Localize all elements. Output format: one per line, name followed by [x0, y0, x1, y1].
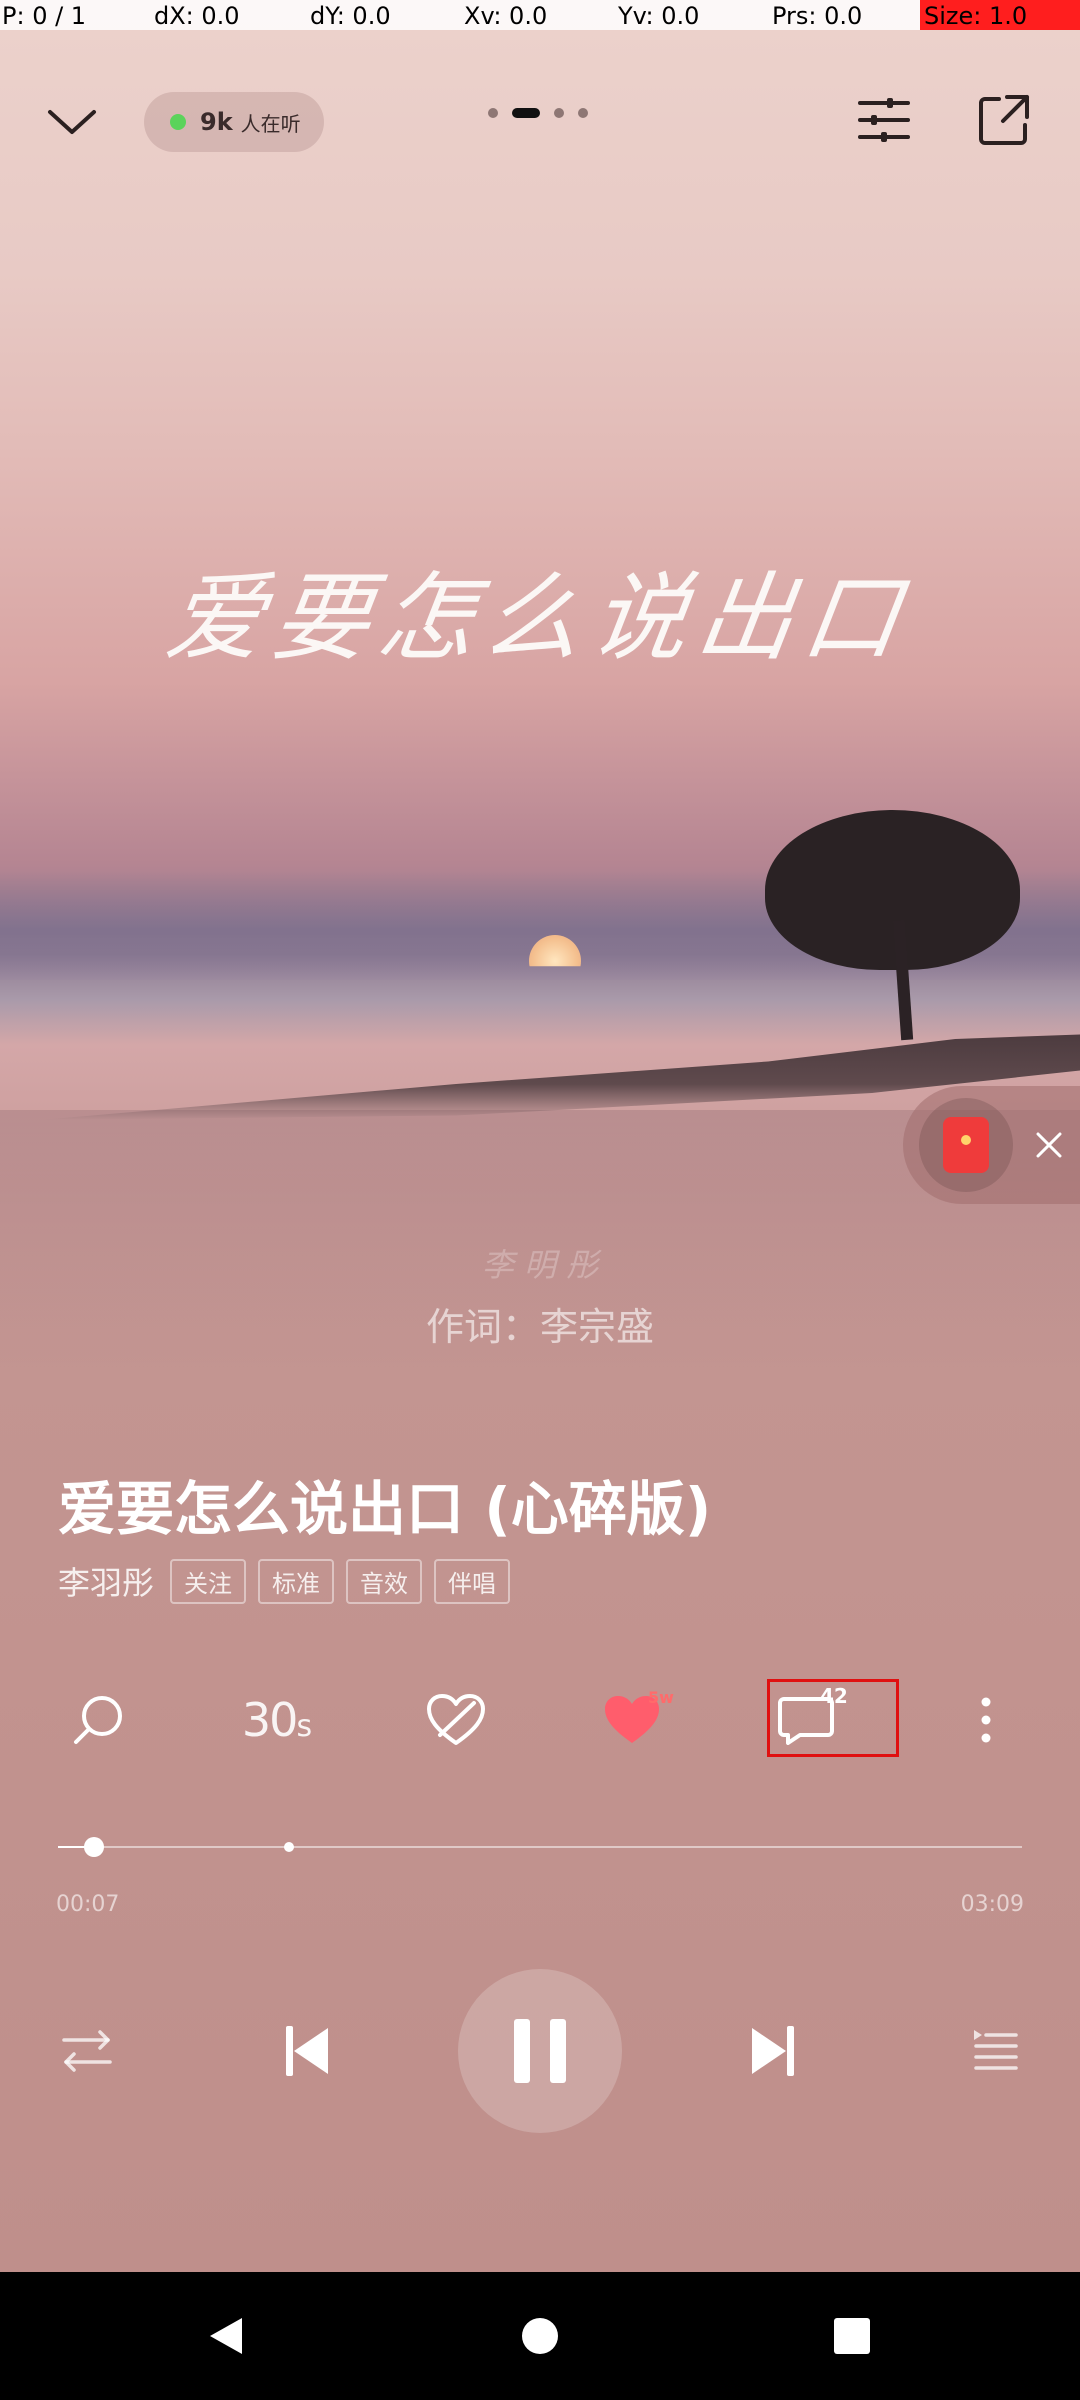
dislike-button[interactable] — [406, 1680, 506, 1760]
clip-label: 30 — [241, 1693, 299, 1747]
comment-count-badge: 42 — [820, 1684, 848, 1708]
debug-prs: Prs: 0.0 — [772, 2, 863, 30]
quality-tag[interactable]: 标准 — [258, 1558, 335, 1604]
more-vertical-icon — [981, 1697, 991, 1743]
back-triangle-icon — [210, 2318, 242, 2354]
sliders-icon — [858, 98, 910, 142]
collapse-button[interactable] — [40, 90, 104, 154]
red-packet-button[interactable] — [919, 1098, 1013, 1192]
broken-heart-icon — [427, 1694, 485, 1745]
total-time: 03:09 — [960, 1892, 1024, 1917]
clip-30s-icon: 30s — [241, 1693, 312, 1747]
repeat-icon — [62, 2030, 112, 2072]
close-icon — [1036, 1132, 1062, 1158]
live-dot — [170, 114, 186, 130]
song-title: 爱要怎么说出口 (心碎版) — [58, 1475, 712, 1543]
follow-tag[interactable]: 关注 — [170, 1558, 247, 1604]
debug-size: Size: 1.0 — [924, 2, 1028, 30]
listeners-count: 9k — [200, 108, 233, 136]
clip-unit: s — [296, 1709, 312, 1744]
like-button[interactable]: 5w — [582, 1680, 682, 1760]
progress-track[interactable] — [58, 1846, 1022, 1848]
page-dot — [578, 108, 588, 118]
page-dot — [488, 108, 498, 118]
system-nav-bar — [0, 2272, 1080, 2400]
page-dot-active — [512, 108, 540, 118]
search-button[interactable] — [48, 1680, 148, 1760]
red-packet-widget — [903, 1086, 1080, 1204]
previous-lyric-line: 李 明 彤 — [481, 1246, 599, 1284]
page-indicator — [488, 108, 588, 118]
pointer-debug-bar: P: 0 / 1 dX: 0.0 dY: 0.0 Xv: 0.0 Yv: 0.0… — [0, 0, 1080, 30]
debug-xv: Xv: 0.0 — [464, 2, 548, 30]
previous-track-button[interactable] — [272, 2016, 342, 2086]
playlist-button[interactable] — [960, 2016, 1030, 2086]
page-dot — [554, 108, 564, 118]
recents-square-icon — [834, 2318, 870, 2354]
sound-effect-tag[interactable]: 音效 — [346, 1558, 423, 1604]
accompany-tag[interactable]: 伴唱 — [434, 1558, 511, 1604]
debug-yv: Yv: 0.0 — [618, 2, 700, 30]
skip-next-icon — [752, 2026, 794, 2076]
nav-home-button[interactable] — [480, 2272, 600, 2400]
artist-row: 李羽彤 关注 标准 音效 伴唱 — [58, 1558, 511, 1604]
next-track-button[interactable] — [738, 2016, 808, 2086]
equalizer-button[interactable] — [852, 88, 916, 152]
like-count-badge: 5w — [648, 1688, 674, 1707]
progress-thumb[interactable] — [83, 1837, 104, 1857]
skip-prev-icon — [286, 2026, 328, 2076]
home-circle-icon — [522, 2318, 558, 2354]
search-icon — [74, 1696, 122, 1744]
red-packet-icon — [943, 1117, 989, 1173]
elapsed-time: 00:07 — [56, 1892, 120, 1917]
red-packet-close-button[interactable] — [1034, 1130, 1064, 1160]
debug-dy: dY: 0.0 — [310, 2, 391, 30]
cover-art-title: 爱要怎么说出口 — [159, 562, 918, 674]
listeners-pill[interactable]: 9k 人在听 — [144, 92, 324, 152]
playlist-icon — [974, 2030, 1018, 2070]
nav-back-button[interactable] — [166, 2272, 286, 2400]
debug-dx: dX: 0.0 — [154, 2, 240, 30]
pause-icon — [514, 2019, 566, 2083]
share-icon — [979, 95, 1029, 145]
current-lyric-line[interactable]: 作词：李宗盛 — [0, 1296, 1080, 1351]
share-button[interactable] — [972, 88, 1036, 152]
chevron-down-icon — [48, 110, 96, 134]
pause-button[interactable] — [458, 1969, 622, 2133]
nav-recents-button[interactable] — [792, 2272, 912, 2400]
debug-pointer: P: 0 / 1 — [2, 2, 87, 30]
more-button[interactable] — [936, 1680, 1036, 1760]
tree — [765, 810, 1020, 970]
clip-30s-button[interactable]: 30s — [226, 1680, 326, 1760]
repeat-mode-button[interactable] — [52, 2016, 122, 2086]
artist-name[interactable]: 李羽彤 — [58, 1558, 154, 1604]
listeners-label: 人在听 — [240, 111, 301, 136]
